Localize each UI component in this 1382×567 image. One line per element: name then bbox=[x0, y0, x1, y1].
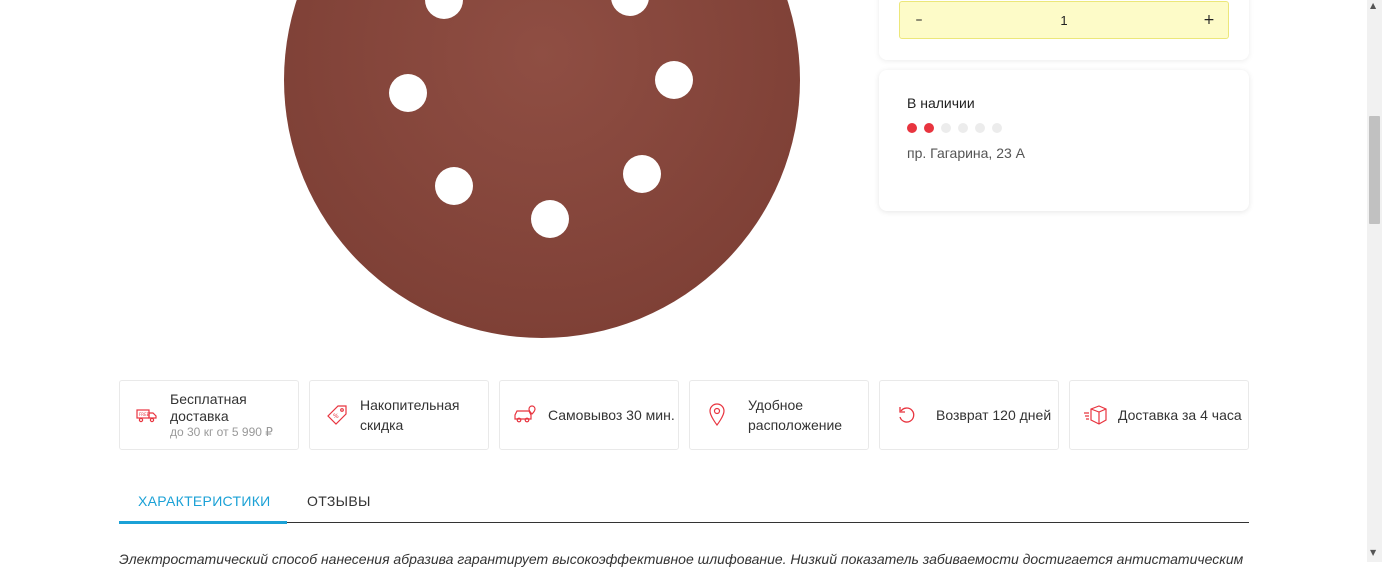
stock-level-indicator bbox=[907, 123, 1002, 133]
decrease-quantity-button[interactable]: – bbox=[912, 12, 926, 28]
stock-level-dot bbox=[941, 123, 951, 133]
benefit-label: Самовывоз 30 мин. bbox=[548, 407, 675, 423]
increase-quantity-button[interactable]: + bbox=[1202, 12, 1216, 28]
store-address: пр. Гагарина, 23 А bbox=[907, 145, 1026, 161]
benefit-label: Удобное расположение bbox=[748, 397, 843, 433]
tab-characteristics[interactable]: ХАРАКТЕРИСТИКИ bbox=[138, 493, 271, 509]
stock-level-dot bbox=[958, 123, 968, 133]
discount-tag-icon: % bbox=[322, 400, 352, 430]
benefit-pickup: Самовывоз 30 мин. bbox=[499, 380, 679, 450]
stock-level-dot bbox=[924, 123, 934, 133]
benefit-label: Накопительная скидка bbox=[360, 397, 460, 433]
quantity-input[interactable] bbox=[1032, 11, 1096, 29]
product-description: Электростатический способ нанесения абра… bbox=[119, 551, 1244, 567]
active-tab-indicator bbox=[119, 521, 287, 524]
stock-level-dot bbox=[975, 123, 985, 133]
benefit-label: Доставка за 4 часа bbox=[1118, 407, 1242, 423]
sanding-disc-image bbox=[284, 0, 800, 338]
availability-title: В наличии bbox=[907, 95, 975, 111]
benefit-free-delivery: FREE Бесплатная доставка до 30 кг от 5 9… bbox=[119, 380, 299, 450]
benefit-discount: % Накопительная скидка bbox=[309, 380, 489, 450]
product-tabs: ХАРАКТЕРИСТИКИ ОТЗЫВЫ bbox=[119, 482, 1249, 524]
stock-level-dot bbox=[992, 123, 1002, 133]
benefit-sublabel: до 30 кг от 5 990 ₽ bbox=[170, 425, 273, 439]
svg-text:%: % bbox=[333, 413, 339, 420]
location-pin-icon bbox=[702, 400, 732, 430]
scroll-up-arrow-icon[interactable]: ▲ bbox=[1370, 1, 1376, 10]
truck-free-icon: FREE bbox=[132, 400, 162, 430]
quantity-stepper: – + bbox=[899, 1, 1229, 39]
benefit-return: Возврат 120 дней bbox=[879, 380, 1059, 450]
product-image[interactable] bbox=[270, 0, 810, 350]
tab-reviews[interactable]: ОТЗЫВЫ bbox=[307, 493, 371, 509]
benefit-label: Бесплатная доставка bbox=[170, 391, 247, 424]
box-delivery-icon bbox=[1080, 400, 1110, 430]
stock-level-dot bbox=[907, 123, 917, 133]
car-pickup-icon bbox=[510, 400, 540, 430]
page-scrollbar[interactable]: ▲ ▼ bbox=[1367, 0, 1382, 562]
benefit-fast-delivery: Доставка за 4 часа bbox=[1069, 380, 1249, 450]
benefit-location: Удобное расположение bbox=[689, 380, 869, 450]
scroll-down-arrow-icon[interactable]: ▼ bbox=[1370, 548, 1376, 557]
benefit-label: Возврат 120 дней bbox=[936, 407, 1052, 423]
return-arrow-icon bbox=[892, 400, 922, 430]
benefits-row: FREE Бесплатная доставка до 30 кг от 5 9… bbox=[119, 380, 1249, 450]
scroll-thumb[interactable] bbox=[1369, 116, 1380, 224]
svg-text:FREE: FREE bbox=[139, 412, 150, 417]
availability-card: В наличии пр. Гагарина, 23 А bbox=[879, 70, 1249, 211]
